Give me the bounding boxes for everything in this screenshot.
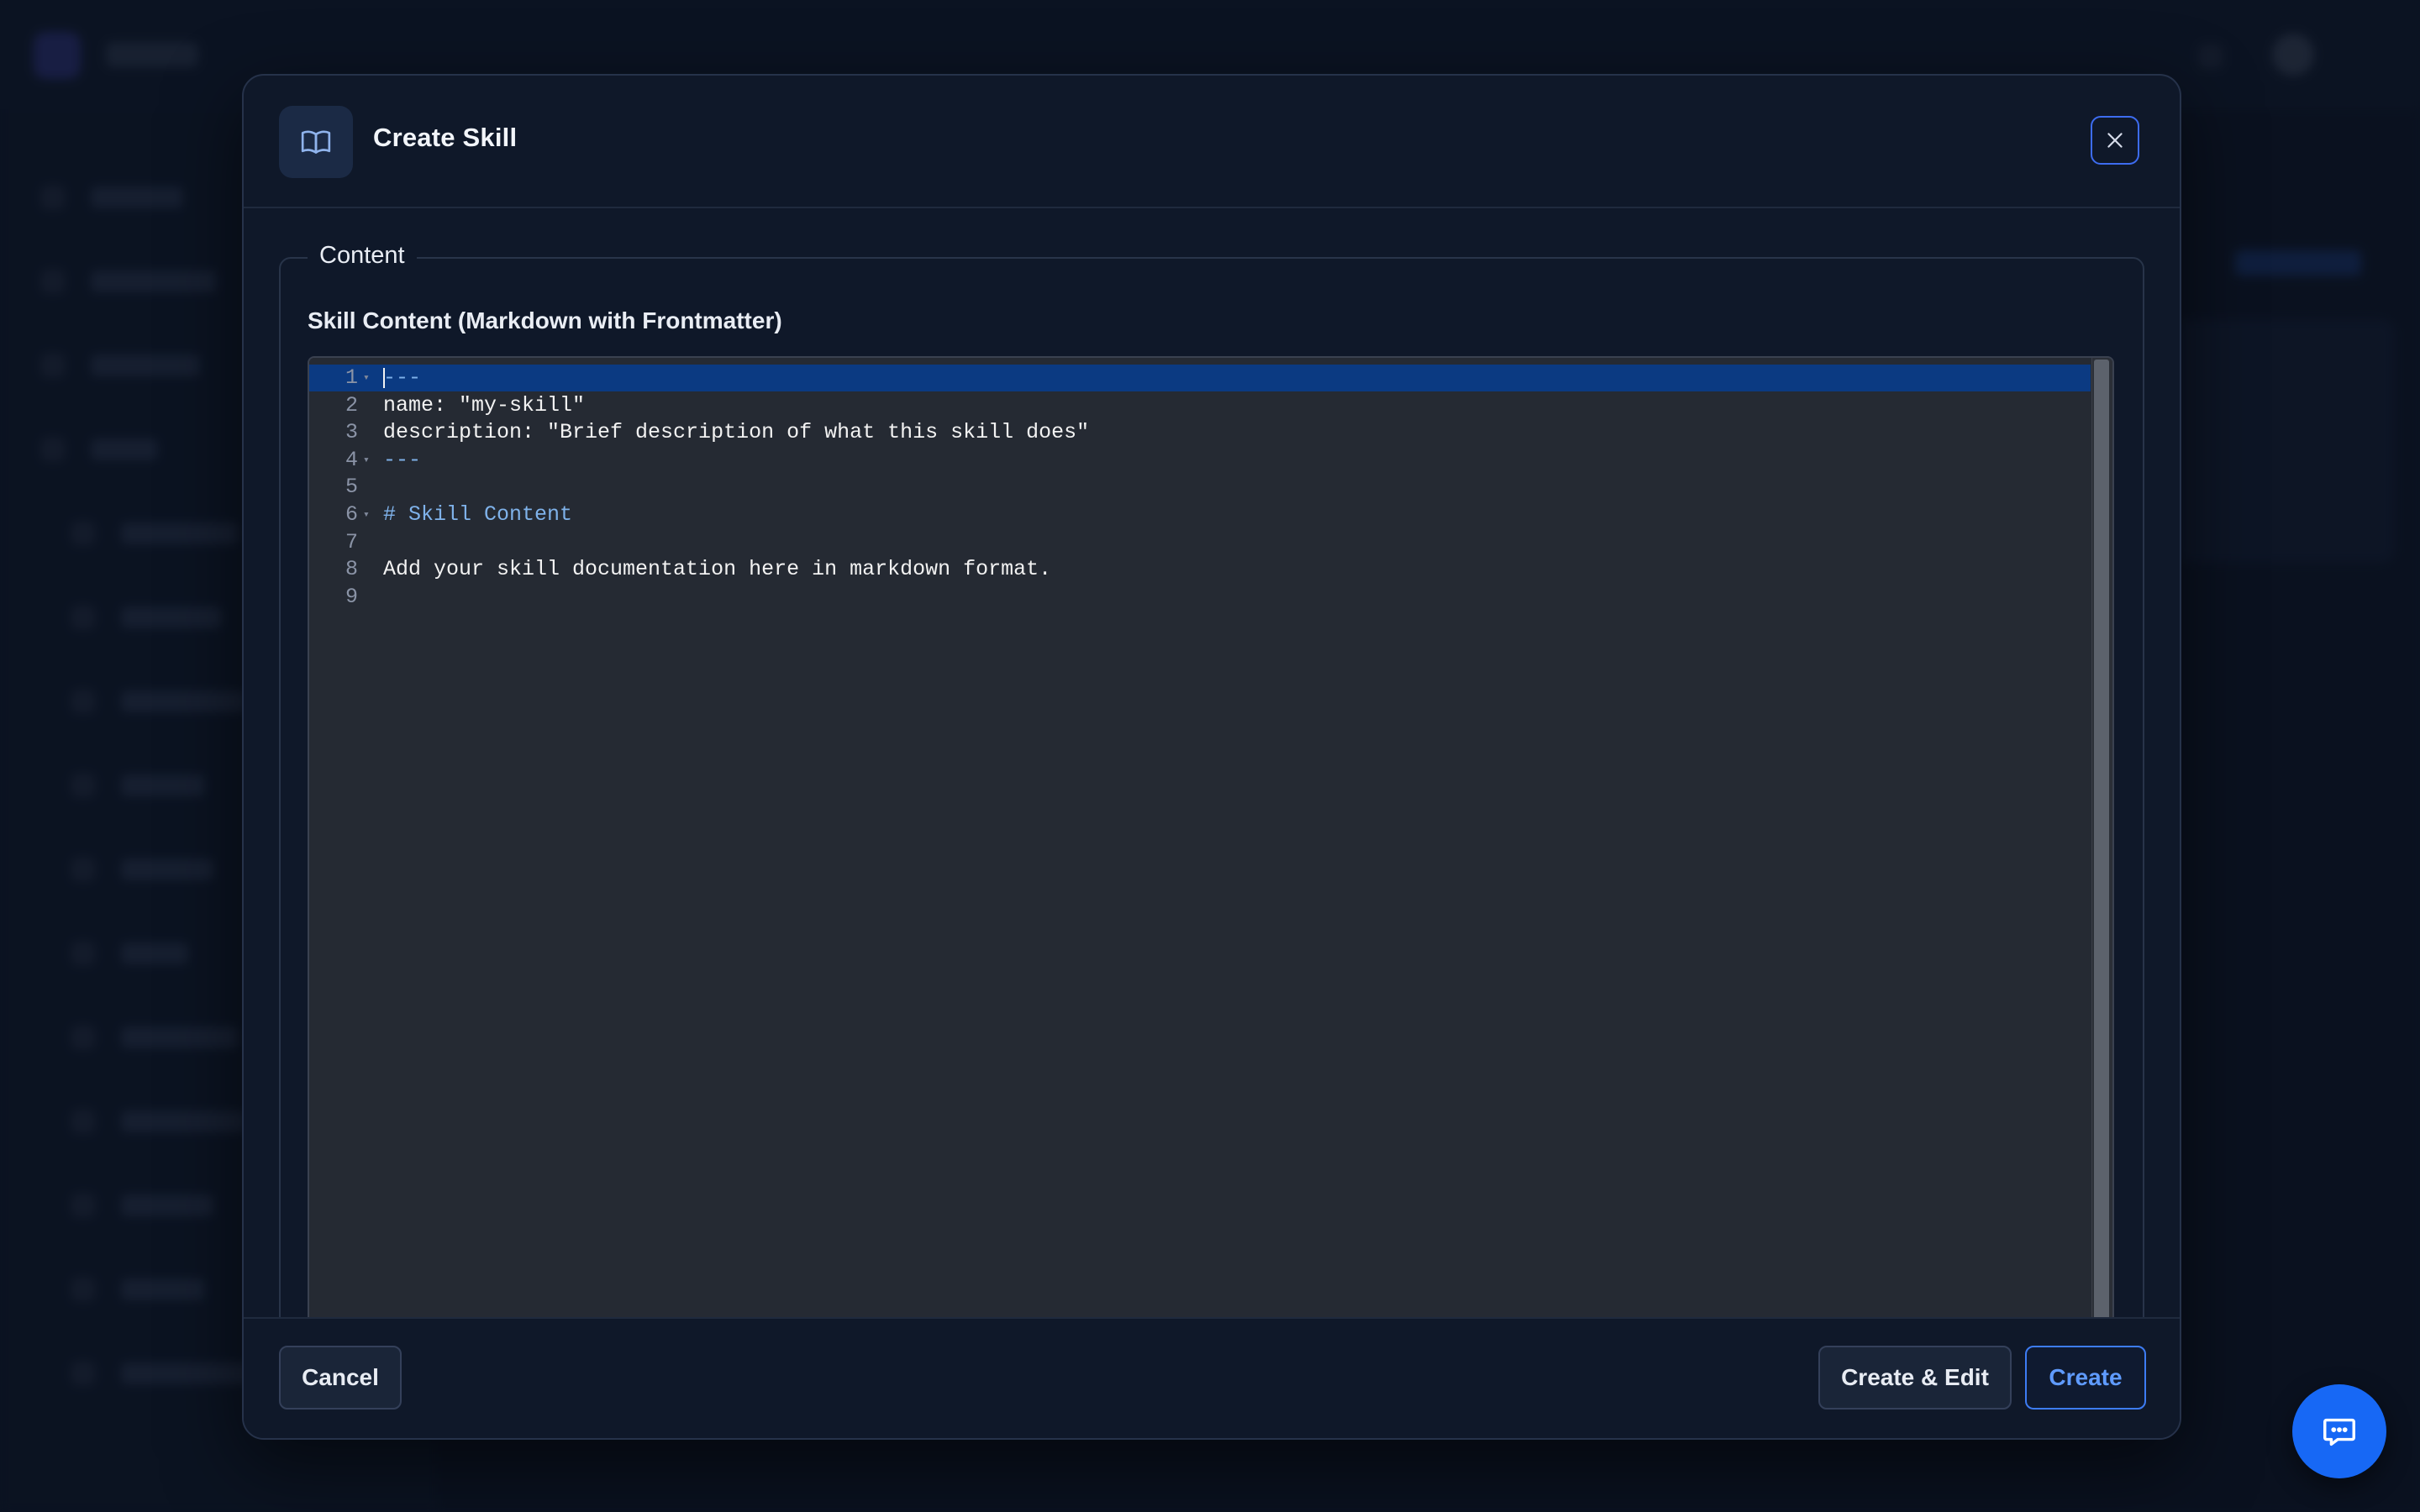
code-text: # Skill Content	[383, 502, 573, 527]
editor-scrollbar-thumb[interactable]	[2094, 360, 2109, 1362]
book-open-icon	[279, 106, 353, 178]
line-number: 2	[345, 392, 358, 417]
line-number: 3	[345, 420, 358, 445]
create-skill-modal: Create Skill Content Skill Content (Mark…	[242, 74, 2181, 1440]
editor-line[interactable]: 4 ▾ ---	[309, 447, 2091, 474]
editor-line[interactable]: 2 name: "my-skill"	[309, 392, 2091, 419]
close-button[interactable]	[2091, 116, 2139, 165]
line-number: 1	[345, 365, 358, 390]
line-number: 9	[345, 584, 358, 609]
chat-bubble-icon	[2323, 1418, 2355, 1446]
editor-line[interactable]: 9	[309, 584, 2091, 611]
create-and-edit-button[interactable]: Create & Edit	[1818, 1346, 2012, 1410]
editor-line[interactable]: 8 Add your skill documentation here in ma…	[309, 556, 2091, 583]
line-number: 4	[345, 447, 358, 472]
code-text: Add your skill documentation here in mar…	[383, 557, 1052, 582]
content-fieldset: Content Skill Content (Markdown with Fro…	[279, 242, 2144, 1433]
fold-arrow-icon[interactable]: ▾	[363, 501, 370, 528]
content-legend: Content	[308, 242, 417, 270]
skill-content-label: Skill Content (Markdown with Frontmatter…	[308, 307, 782, 333]
chat-button[interactable]	[2292, 1384, 2386, 1478]
text-cursor	[383, 368, 385, 388]
fold-arrow-icon[interactable]: ▾	[363, 365, 370, 391]
line-number: 7	[345, 529, 358, 554]
editor-line[interactable]: 3 description: "Brief description of what…	[309, 419, 2091, 446]
code-text: ---	[383, 365, 422, 390]
editor-line[interactable]: 1 ▾ ---	[309, 365, 2091, 391]
close-icon	[2107, 133, 2123, 148]
modal-header: Create Skill	[244, 76, 2180, 208]
markdown-code-editor[interactable]: 1 ▾ --- 2 name: "my-skill" 3 description: "Bri…	[308, 356, 2114, 1364]
editor-line[interactable]: 7	[309, 529, 2091, 556]
editor-scrollbar[interactable]	[2091, 358, 2112, 1362]
editor-line[interactable]: 5	[309, 474, 2091, 501]
modal-title: Create Skill	[373, 123, 518, 152]
line-number: 5	[345, 475, 358, 500]
fold-arrow-icon[interactable]: ▾	[363, 447, 370, 474]
modal-footer: Cancel Create & Edit Create	[244, 1317, 2180, 1438]
create-button[interactable]: Create	[2025, 1346, 2146, 1410]
cancel-button[interactable]: Cancel	[279, 1346, 402, 1410]
editor-line[interactable]: 6 ▾ # Skill Content	[309, 501, 2091, 528]
code-text: name: "my-skill"	[383, 392, 586, 417]
line-number: 6	[345, 502, 358, 527]
code-text: description: "Brief description of what …	[383, 420, 1090, 445]
line-number: 8	[345, 557, 358, 582]
code-text: ---	[383, 447, 422, 472]
